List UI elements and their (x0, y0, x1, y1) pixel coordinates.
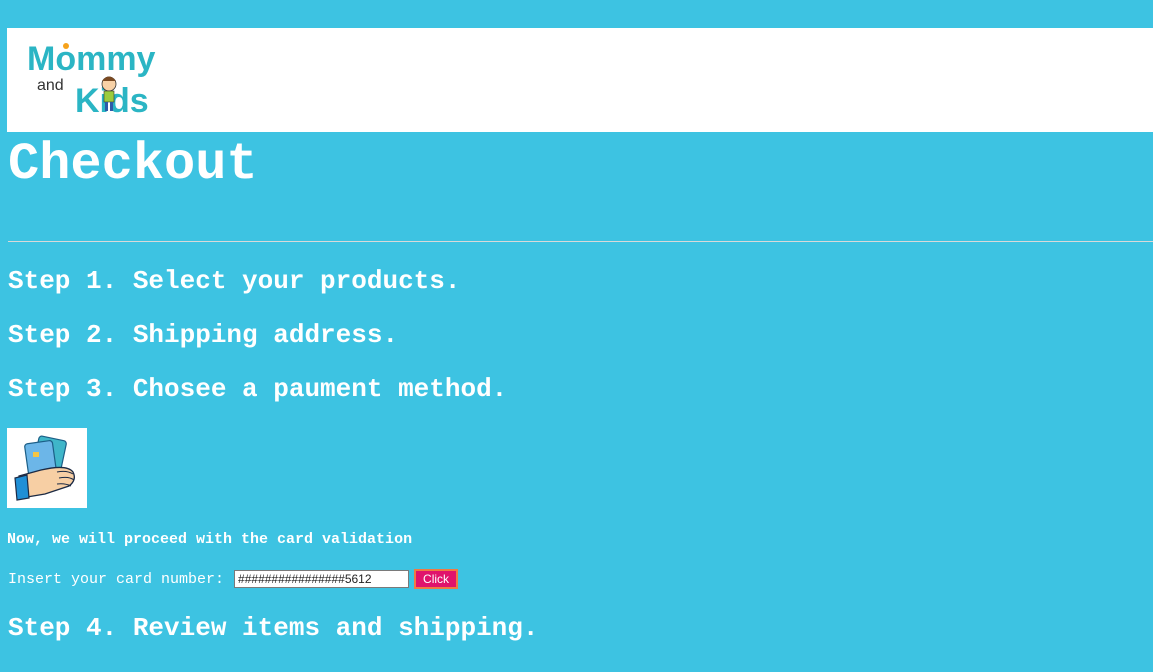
step-2-heading: Step 2. Shipping address. (8, 320, 399, 350)
step-1-heading: Step 1. Select your products. (8, 266, 461, 296)
card-number-input[interactable] (234, 570, 410, 588)
card-number-row: Insert your card number: Click (8, 568, 459, 590)
logo-cherry-icon (63, 43, 69, 49)
page-title: Checkout (8, 135, 258, 194)
mommy-and-kids-logo[interactable]: Mommy and Kids (27, 38, 177, 118)
step-4-heading: Step 4. Review items and shipping. (8, 613, 539, 643)
logo-word-mommy: Mommy (27, 40, 156, 78)
validation-note: Now, we will proceed with the card valid… (7, 531, 413, 548)
header-bar: Mommy and Kids (7, 28, 1153, 132)
hand-holding-cards-icon (14, 435, 75, 501)
divider (8, 241, 1153, 242)
click-button[interactable]: Click (414, 569, 459, 589)
step-3-heading: Step 3. Chosee a paument method. (8, 374, 508, 404)
payment-card-image (7, 428, 87, 508)
logo-word-and: and (37, 77, 64, 94)
card-number-label: Insert your card number: (8, 570, 225, 588)
